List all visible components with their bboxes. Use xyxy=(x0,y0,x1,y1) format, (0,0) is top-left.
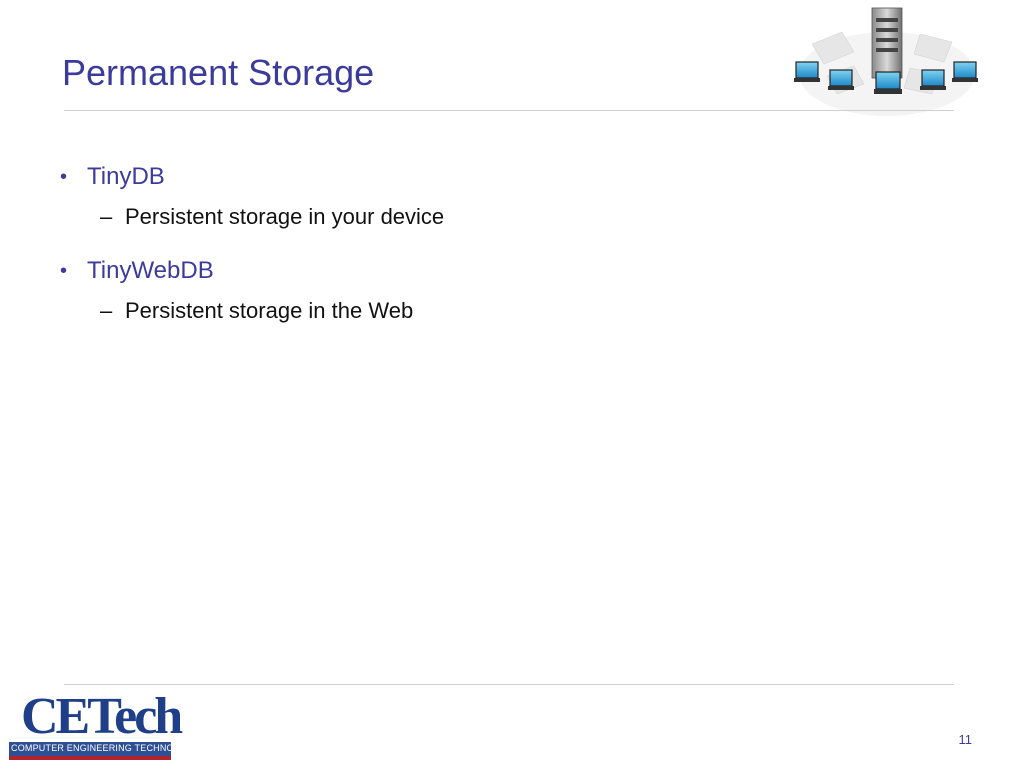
logo-main-text: CETech xyxy=(21,688,183,745)
logo-red-stripe xyxy=(9,756,171,760)
bullet-label: TinyWebDB xyxy=(87,257,214,284)
footer-divider xyxy=(64,684,954,685)
sub-item-tinydb: – Persistent storage in your device xyxy=(60,202,760,232)
bullet-list: • TinyDB – Persistent storage in your de… xyxy=(60,160,760,348)
bullet-symbol: • xyxy=(60,166,68,188)
title-divider xyxy=(64,110,954,111)
sub-item-label: Persistent storage in your device xyxy=(125,204,445,229)
bullet-item-tinydb: • TinyDB xyxy=(60,160,760,194)
bullet-symbol: • xyxy=(60,260,68,282)
cetech-logo: CETech COMPUTER ENGINEERING TECHNOLOGY xyxy=(9,690,199,762)
page-number: 11 xyxy=(958,732,973,747)
sub-item-tinywebdb: – Persistent storage in the Web xyxy=(60,296,760,326)
bullet-item-tinywebdb: • TinyWebDB xyxy=(60,254,760,288)
slide-title: Permanent Storage xyxy=(62,52,375,93)
sub-item-label: Persistent storage in the Web xyxy=(125,298,414,323)
sub-bullet-symbol: – xyxy=(100,204,113,229)
sub-bullet-symbol: – xyxy=(100,298,113,323)
bullet-label: TinyDB xyxy=(87,163,165,190)
logo-subtitle: COMPUTER ENGINEERING TECHNOLOGY xyxy=(11,743,200,753)
